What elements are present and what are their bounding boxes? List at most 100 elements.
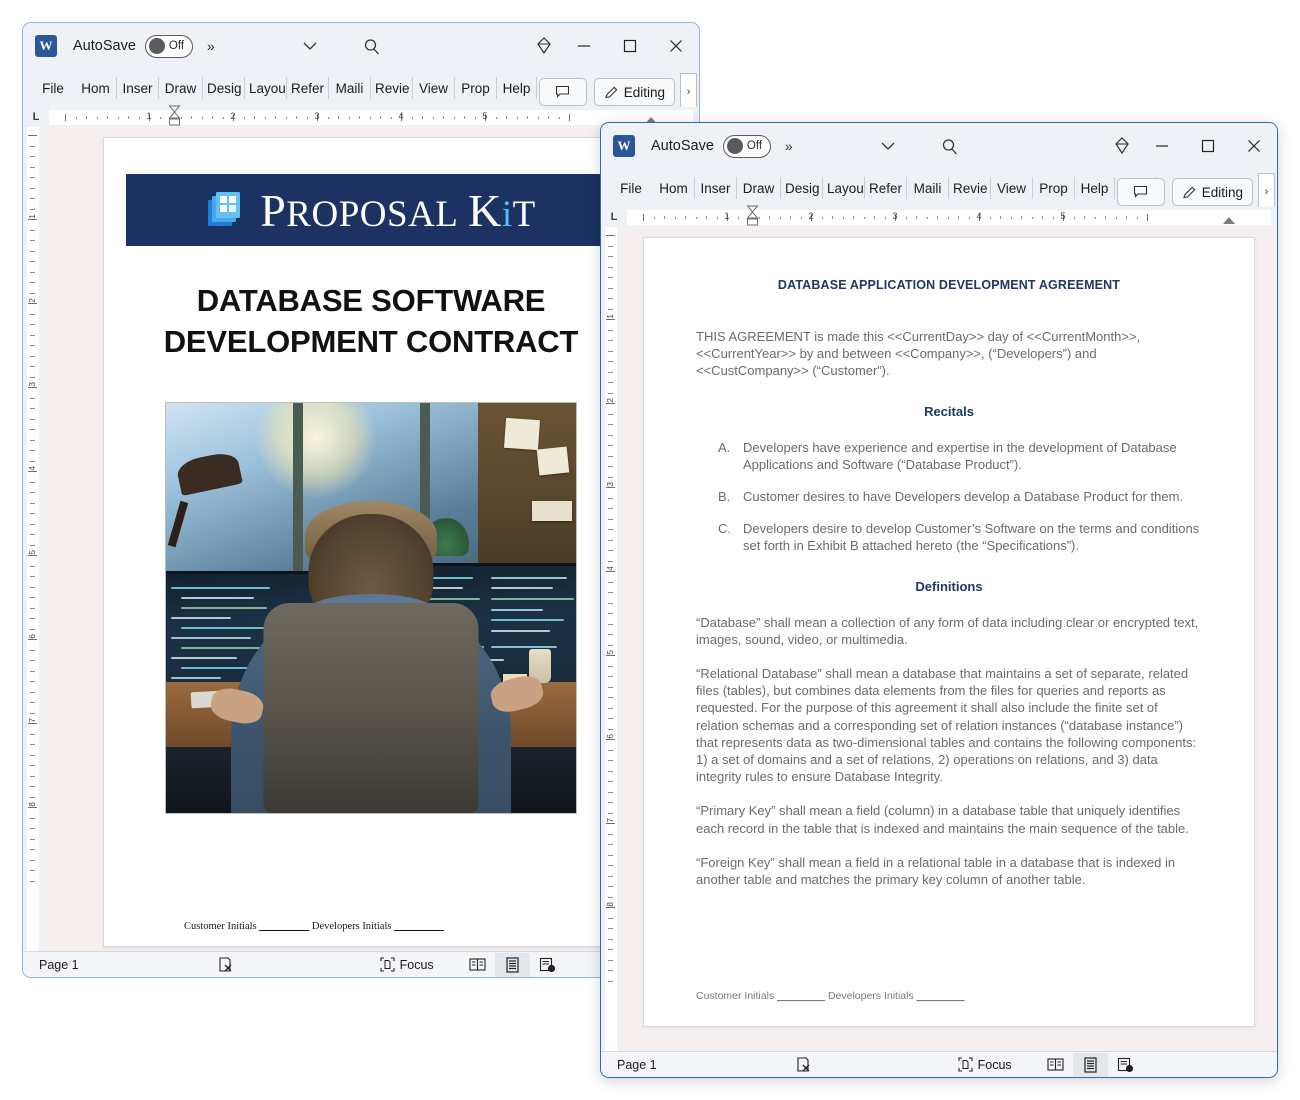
web-layout-view-button[interactable] (1108, 1053, 1143, 1077)
vertical-ruler-number: 5 (605, 650, 615, 655)
list-text: Developers desire to develop Customer’s … (743, 521, 1200, 554)
ruler-number: 1 (146, 110, 152, 121)
ruler-number: 5 (1060, 210, 1066, 221)
ribbon-expand-chevron-icon[interactable]: › (680, 73, 697, 111)
ribbon-expand-chevron-icon[interactable]: › (1258, 173, 1275, 211)
developer-at-desk-photo (165, 402, 577, 814)
ribbon-tab-draw[interactable]: Draw (737, 177, 781, 199)
horizontal-ruler[interactable]: L 1 2 3 4 5 (601, 205, 1277, 227)
list-text: Developers have experience and expertise… (743, 439, 1177, 472)
proposal-kit-logo-icon (206, 190, 246, 230)
ribbon-tab-insert[interactable]: Inser (117, 77, 159, 99)
list-item: B. Customer desires to have Developers d… (696, 488, 1202, 505)
quick-access-more-icon[interactable]: » (785, 138, 793, 154)
definition-relational-database: “Relational Database” shall mean a datab… (696, 666, 1197, 785)
read-mode-view-button[interactable] (460, 953, 495, 977)
toggle-knob (726, 138, 743, 154)
ribbon-tab-help[interactable]: Help (497, 77, 537, 99)
comment-bubble-icon (1134, 185, 1148, 198)
focus-icon (958, 1057, 973, 1072)
ruler-track[interactable]: 1 2 3 4 5 (49, 105, 693, 125)
comments-button[interactable] (538, 78, 587, 106)
brand-roposal: ROPOSAL (286, 193, 459, 235)
close-button[interactable] (1231, 123, 1277, 169)
diamond-icon[interactable] (1105, 136, 1139, 156)
ribbon-tab-layout[interactable]: Layou (823, 177, 865, 199)
agreement-page-footer: Customer Initials _______ Developers Ini… (696, 990, 965, 1002)
horizontal-ruler[interactable]: L 1 2 3 4 5 (23, 105, 699, 127)
autosave-label: AutoSave (73, 38, 136, 54)
vertical-ruler[interactable]: 1 2 3 4 5 6 7 8 (23, 127, 43, 951)
chevron-down-icon[interactable] (303, 39, 317, 54)
tab-stop-selector[interactable]: L (23, 111, 49, 123)
maximize-button[interactable] (1185, 123, 1231, 169)
ribbon-right-controls: Editing › (538, 73, 697, 111)
ribbon-tab-view[interactable]: View (991, 177, 1033, 199)
ribbon-tab-review[interactable]: Revie (371, 77, 413, 99)
recitals-heading: Recitals (924, 403, 974, 419)
ribbon-tab-home[interactable]: Hom (75, 77, 117, 99)
ribbon-tab-review[interactable]: Revie (949, 177, 991, 199)
document-scroll-region[interactable]: DATABASE APPLICATION DEVELOPMENT AGREEME… (621, 227, 1277, 1051)
ribbon-tab-file[interactable]: File (31, 77, 75, 99)
ribbon-tab-home[interactable]: Hom (653, 177, 695, 199)
proposal-kit-wordmark: PROPOSAL KiT (260, 184, 536, 237)
brand-k: K (468, 184, 502, 236)
ribbon-tab-design[interactable]: Desig (203, 77, 245, 99)
proofing-errors-icon[interactable] (795, 1056, 813, 1074)
proofing-errors-icon[interactable] (217, 956, 235, 974)
ribbon-tab-draw[interactable]: Draw (159, 77, 203, 99)
autosave-toggle[interactable]: Off (144, 34, 193, 58)
ribbon-tab-file[interactable]: File (609, 177, 653, 199)
status-bar: Page 1 Focus (23, 951, 699, 977)
page-indicator[interactable]: Page 1 (617, 1058, 657, 1072)
ribbon-tab-help[interactable]: Help (1075, 177, 1115, 199)
print-layout-view-button[interactable] (494, 952, 530, 977)
cover-page-footer: Customer Initials ________ Developers In… (184, 921, 444, 932)
close-button[interactable] (653, 23, 699, 69)
autosave-state: Off (168, 40, 185, 52)
editing-mode-button[interactable]: Editing (1171, 178, 1253, 206)
ribbon-tab-references[interactable]: Refer (287, 77, 329, 99)
minimize-button[interactable] (561, 23, 607, 69)
autosave-toggle[interactable]: Off (722, 134, 771, 158)
minimize-button[interactable] (1139, 123, 1185, 169)
pencil-icon (1182, 186, 1196, 198)
focus-label: Focus (399, 957, 434, 972)
toggle-knob (148, 38, 165, 54)
tab-stop-selector[interactable]: L (601, 211, 627, 223)
ribbon-tab-properties[interactable]: Prop (455, 77, 497, 99)
ribbon-tab-mailings[interactable]: Maili (907, 177, 949, 199)
word-app-icon: W (613, 135, 635, 157)
focus-button[interactable]: Focus (380, 957, 434, 972)
ribbon-tab-references[interactable]: Refer (865, 177, 907, 199)
chevron-down-icon[interactable] (881, 139, 895, 154)
diamond-icon[interactable] (527, 36, 561, 56)
focus-button[interactable]: Focus (958, 1057, 1012, 1072)
web-layout-view-button[interactable] (530, 953, 565, 977)
page-indicator[interactable]: Page 1 (39, 958, 79, 972)
print-layout-view-button[interactable] (1072, 1052, 1108, 1077)
word-window-cover[interactable]: W AutoSave Off » File Hom Inser Draw Des… (22, 22, 700, 978)
vertical-ruler[interactable]: 1 2 3 4 5 6 7 8 (601, 227, 621, 1051)
search-icon[interactable] (363, 38, 379, 55)
read-mode-view-button[interactable] (1038, 1053, 1073, 1077)
ruler-track[interactable]: 1 2 3 4 5 (627, 205, 1271, 225)
quick-access-more-icon[interactable]: » (207, 38, 215, 54)
ribbon-tab-bar: File Hom Inser Draw Desig Layou Refer Ma… (23, 69, 699, 111)
ribbon-tab-properties[interactable]: Prop (1033, 177, 1075, 199)
search-icon[interactable] (941, 138, 957, 155)
definitions-heading: Definitions (915, 578, 983, 594)
ribbon-tab-mailings[interactable]: Maili (329, 77, 371, 99)
ribbon-tab-layout[interactable]: Layou (245, 77, 287, 99)
ribbon-tab-insert[interactable]: Inser (695, 177, 737, 199)
maximize-button[interactable] (607, 23, 653, 69)
ribbon-tab-design[interactable]: Desig (781, 177, 823, 199)
definition-primary-key: “Primary Key” shall mean a field (column… (696, 803, 1189, 836)
comments-button[interactable] (1116, 178, 1165, 206)
editing-mode-button[interactable]: Editing (593, 78, 675, 106)
ribbon-tab-view[interactable]: View (413, 77, 455, 99)
ruler-number: 2 (230, 110, 236, 121)
word-window-agreement[interactable]: W AutoSave Off » File Hom Inser Draw Des… (600, 122, 1278, 1078)
right-indent-marker-icon[interactable] (1223, 216, 1235, 224)
